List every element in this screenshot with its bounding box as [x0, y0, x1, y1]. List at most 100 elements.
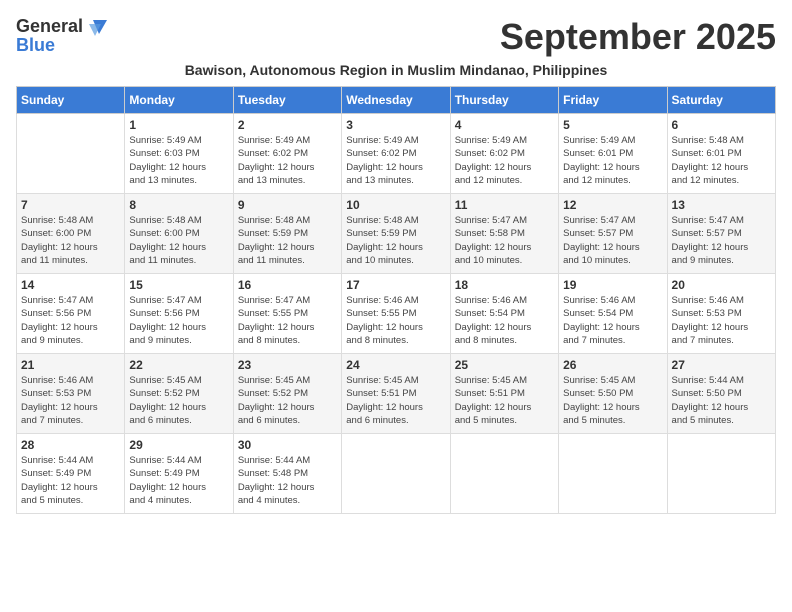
- calendar-cell: [17, 114, 125, 194]
- calendar-cell: 29Sunrise: 5:44 AM Sunset: 5:49 PM Dayli…: [125, 434, 233, 514]
- day-number: 20: [672, 278, 771, 292]
- day-number: 26: [563, 358, 662, 372]
- day-detail: Sunrise: 5:47 AM Sunset: 5:57 PM Dayligh…: [672, 214, 771, 267]
- calendar-header-cell: Sunday: [17, 87, 125, 114]
- day-detail: Sunrise: 5:48 AM Sunset: 6:00 PM Dayligh…: [129, 214, 228, 267]
- day-detail: Sunrise: 5:45 AM Sunset: 5:51 PM Dayligh…: [455, 374, 554, 427]
- day-detail: Sunrise: 5:45 AM Sunset: 5:50 PM Dayligh…: [563, 374, 662, 427]
- day-number: 17: [346, 278, 445, 292]
- day-detail: Sunrise: 5:46 AM Sunset: 5:53 PM Dayligh…: [672, 294, 771, 347]
- calendar-cell: 6Sunrise: 5:48 AM Sunset: 6:01 PM Daylig…: [667, 114, 775, 194]
- day-detail: Sunrise: 5:47 AM Sunset: 5:58 PM Dayligh…: [455, 214, 554, 267]
- calendar-week-row: 1 Sunrise: 5:49 AM Sunset: 6:03 PM Daylig…: [17, 114, 776, 194]
- calendar-week-row: 28Sunrise: 5:44 AM Sunset: 5:49 PM Dayli…: [17, 434, 776, 514]
- logo-general: General: [16, 17, 83, 37]
- day-number: 16: [238, 278, 337, 292]
- calendar-cell: 1 Sunrise: 5:49 AM Sunset: 6:03 PM Daylig…: [125, 114, 233, 194]
- logo-text: General Blue: [16, 16, 107, 56]
- day-detail: Sunrise: 5:48 AM Sunset: 5:59 PM Dayligh…: [238, 214, 337, 267]
- day-detail: Sunrise: 5:49 AM Sunset: 6:02 PM Dayligh…: [238, 134, 337, 187]
- day-number: 9: [238, 198, 337, 212]
- calendar-week-row: 21 Sunrise: 5:46 AM Sunset: 5:53 PM Dayli…: [17, 354, 776, 434]
- day-detail: Sunrise: 5:44 AM Sunset: 5:50 PM Dayligh…: [672, 374, 771, 427]
- day-detail: Sunrise: 5:49 AM Sunset: 6:03 PM Dayligh…: [129, 134, 228, 187]
- calendar-cell: 20 Sunrise: 5:46 AM Sunset: 5:53 PM Dayli…: [667, 274, 775, 354]
- day-number: 1: [129, 118, 228, 132]
- calendar-cell: 15Sunrise: 5:47 AM Sunset: 5:56 PM Dayli…: [125, 274, 233, 354]
- calendar-header-cell: Wednesday: [342, 87, 450, 114]
- day-number: 3: [346, 118, 445, 132]
- day-detail: Sunrise: 5:47 AM Sunset: 5:56 PM Dayligh…: [129, 294, 228, 347]
- calendar-cell: 25 Sunrise: 5:45 AM Sunset: 5:51 PM Dayli…: [450, 354, 558, 434]
- calendar-cell: 18Sunrise: 5:46 AM Sunset: 5:54 PM Dayli…: [450, 274, 558, 354]
- calendar-header-cell: Saturday: [667, 87, 775, 114]
- day-number: 23: [238, 358, 337, 372]
- calendar-week-row: 14 Sunrise: 5:47 AM Sunset: 5:56 PM Dayli…: [17, 274, 776, 354]
- day-number: 13: [672, 198, 771, 212]
- calendar-cell: 2Sunrise: 5:49 AM Sunset: 6:02 PM Daylig…: [233, 114, 341, 194]
- logo: General Blue: [16, 16, 107, 56]
- calendar-cell: [559, 434, 667, 514]
- day-number: 19: [563, 278, 662, 292]
- day-detail: Sunrise: 5:46 AM Sunset: 5:53 PM Dayligh…: [21, 374, 120, 427]
- day-number: 22: [129, 358, 228, 372]
- day-number: 12: [563, 198, 662, 212]
- day-detail: Sunrise: 5:45 AM Sunset: 5:51 PM Dayligh…: [346, 374, 445, 427]
- month-title: September 2025: [500, 16, 776, 58]
- day-number: 14: [21, 278, 120, 292]
- calendar-cell: 17 Sunrise: 5:46 AM Sunset: 5:55 PM Dayli…: [342, 274, 450, 354]
- day-detail: Sunrise: 5:49 AM Sunset: 6:02 PM Dayligh…: [455, 134, 554, 187]
- day-detail: Sunrise: 5:47 AM Sunset: 5:55 PM Dayligh…: [238, 294, 337, 347]
- calendar-cell: 10 Sunrise: 5:48 AM Sunset: 5:59 PM Dayli…: [342, 194, 450, 274]
- day-number: 8: [129, 198, 228, 212]
- calendar-cell: 13 Sunrise: 5:47 AM Sunset: 5:57 PM Dayli…: [667, 194, 775, 274]
- calendar-cell: [342, 434, 450, 514]
- day-detail: Sunrise: 5:48 AM Sunset: 6:00 PM Dayligh…: [21, 214, 120, 267]
- day-detail: Sunrise: 5:46 AM Sunset: 5:54 PM Dayligh…: [563, 294, 662, 347]
- calendar-week-row: 7Sunrise: 5:48 AM Sunset: 6:00 PM Daylig…: [17, 194, 776, 274]
- calendar-cell: 23 Sunrise: 5:45 AM Sunset: 5:52 PM Dayli…: [233, 354, 341, 434]
- calendar-cell: 8 Sunrise: 5:48 AM Sunset: 6:00 PM Daylig…: [125, 194, 233, 274]
- calendar-body: 1 Sunrise: 5:49 AM Sunset: 6:03 PM Daylig…: [17, 114, 776, 514]
- day-detail: Sunrise: 5:47 AM Sunset: 5:57 PM Dayligh…: [563, 214, 662, 267]
- calendar-cell: 16 Sunrise: 5:47 AM Sunset: 5:55 PM Dayli…: [233, 274, 341, 354]
- day-detail: Sunrise: 5:44 AM Sunset: 5:48 PM Dayligh…: [238, 454, 337, 507]
- calendar-cell: 4 Sunrise: 5:49 AM Sunset: 6:02 PM Daylig…: [450, 114, 558, 194]
- calendar-cell: 30 Sunrise: 5:44 AM Sunset: 5:48 PM Dayli…: [233, 434, 341, 514]
- day-detail: Sunrise: 5:48 AM Sunset: 5:59 PM Dayligh…: [346, 214, 445, 267]
- day-number: 6: [672, 118, 771, 132]
- day-number: 5: [563, 118, 662, 132]
- calendar-cell: 22Sunrise: 5:45 AM Sunset: 5:52 PM Dayli…: [125, 354, 233, 434]
- calendar-header-cell: Monday: [125, 87, 233, 114]
- day-detail: Sunrise: 5:49 AM Sunset: 6:01 PM Dayligh…: [563, 134, 662, 187]
- day-number: 21: [21, 358, 120, 372]
- calendar-cell: 11 Sunrise: 5:47 AM Sunset: 5:58 PM Dayli…: [450, 194, 558, 274]
- calendar-cell: 14 Sunrise: 5:47 AM Sunset: 5:56 PM Dayli…: [17, 274, 125, 354]
- day-number: 25: [455, 358, 554, 372]
- day-detail: Sunrise: 5:44 AM Sunset: 5:49 PM Dayligh…: [21, 454, 120, 507]
- calendar-cell: 28Sunrise: 5:44 AM Sunset: 5:49 PM Dayli…: [17, 434, 125, 514]
- calendar-cell: 26 Sunrise: 5:45 AM Sunset: 5:50 PM Dayli…: [559, 354, 667, 434]
- day-detail: Sunrise: 5:47 AM Sunset: 5:56 PM Dayligh…: [21, 294, 120, 347]
- day-number: 30: [238, 438, 337, 452]
- day-number: 11: [455, 198, 554, 212]
- day-detail: Sunrise: 5:45 AM Sunset: 5:52 PM Dayligh…: [238, 374, 337, 427]
- calendar-cell: [667, 434, 775, 514]
- calendar-cell: 21 Sunrise: 5:46 AM Sunset: 5:53 PM Dayli…: [17, 354, 125, 434]
- calendar-cell: 9 Sunrise: 5:48 AM Sunset: 5:59 PM Daylig…: [233, 194, 341, 274]
- logo-icon: [85, 16, 107, 38]
- logo-blue: Blue: [16, 36, 107, 56]
- calendar-header-cell: Thursday: [450, 87, 558, 114]
- header: General Blue September 2025: [16, 16, 776, 58]
- day-detail: Sunrise: 5:49 AM Sunset: 6:02 PM Dayligh…: [346, 134, 445, 187]
- day-detail: Sunrise: 5:46 AM Sunset: 5:55 PM Dayligh…: [346, 294, 445, 347]
- calendar-table: SundayMondayTuesdayWednesdayThursdayFrid…: [16, 86, 776, 514]
- calendar-cell: [450, 434, 558, 514]
- calendar-cell: 27Sunrise: 5:44 AM Sunset: 5:50 PM Dayli…: [667, 354, 775, 434]
- day-number: 18: [455, 278, 554, 292]
- calendar-header-row: SundayMondayTuesdayWednesdayThursdayFrid…: [17, 87, 776, 114]
- calendar-cell: 7Sunrise: 5:48 AM Sunset: 6:00 PM Daylig…: [17, 194, 125, 274]
- day-number: 10: [346, 198, 445, 212]
- day-number: 4: [455, 118, 554, 132]
- calendar-cell: 5 Sunrise: 5:49 AM Sunset: 6:01 PM Daylig…: [559, 114, 667, 194]
